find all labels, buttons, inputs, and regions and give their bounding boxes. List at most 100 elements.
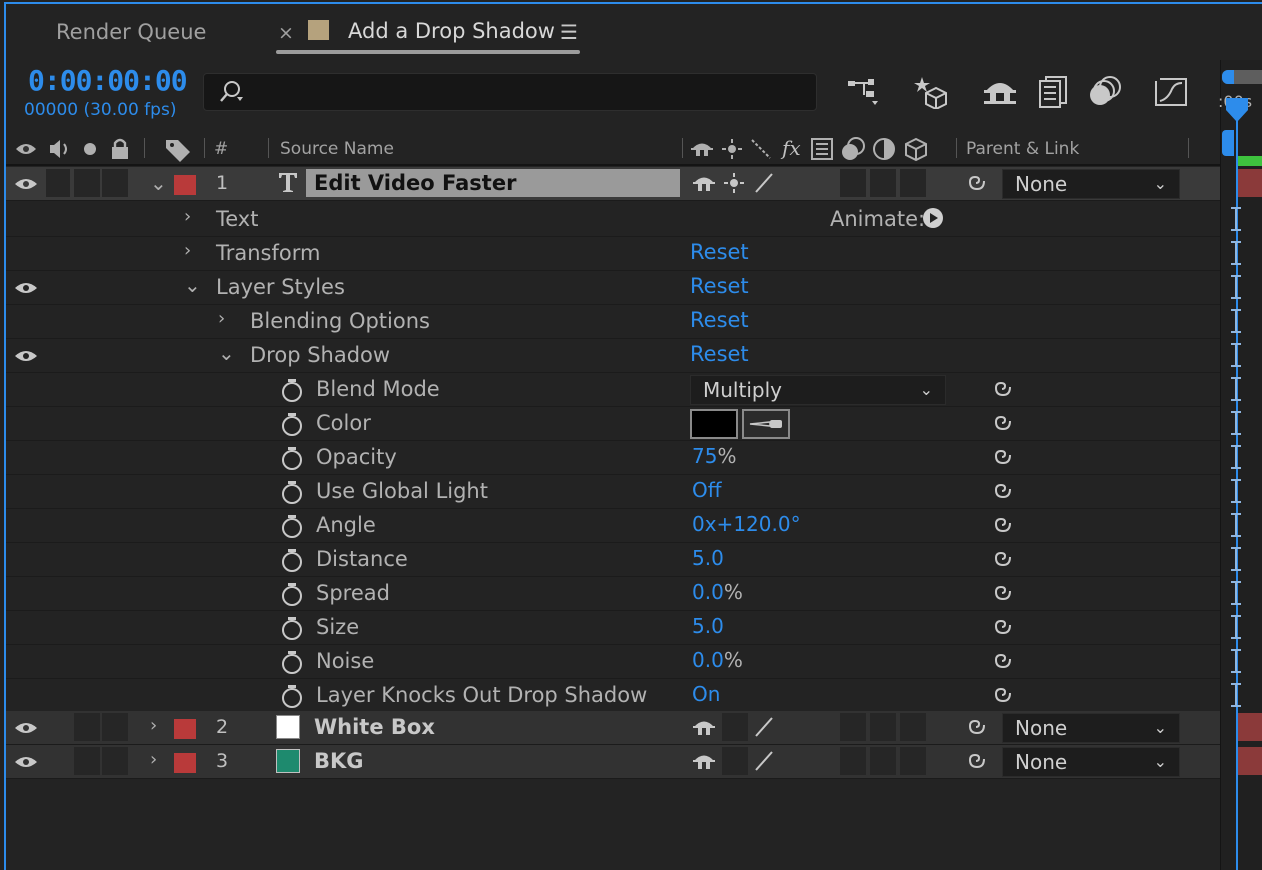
current-time-display[interactable]: 0:00:00:00 [28, 64, 188, 97]
stopwatch-icon[interactable] [280, 615, 304, 641]
pick-whip-icon[interactable] [990, 377, 1014, 401]
layer-row-2[interactable]: › 2 White Box None ⌄ [6, 711, 1220, 745]
motion-blur-switch[interactable] [840, 169, 866, 197]
pick-whip-icon[interactable] [990, 683, 1014, 707]
chevron-right-icon[interactable]: › [150, 715, 157, 736]
stopwatch-icon[interactable] [280, 411, 304, 437]
label-color-swatch[interactable] [174, 175, 196, 195]
shy-switch-icon[interactable] [692, 171, 716, 195]
adjustment-layer-switch[interactable] [870, 713, 896, 741]
property-row-angle[interactable]: Angle 0x+120.0° [6, 509, 1220, 543]
parent-dropdown[interactable]: None ⌄ [1002, 169, 1180, 199]
lock-switch[interactable] [102, 169, 128, 197]
tab-render-queue[interactable]: Render Queue [56, 20, 206, 44]
stopwatch-icon[interactable] [280, 377, 304, 403]
layer-name[interactable]: BKG [306, 747, 680, 775]
pick-whip-icon[interactable] [990, 615, 1014, 639]
quality-switch-icon[interactable] [752, 715, 776, 739]
3d-layer-switch[interactable] [900, 747, 926, 775]
layer-knocks-out-value[interactable]: On [692, 682, 720, 706]
pick-whip-icon[interactable] [990, 547, 1014, 571]
quality-switch-icon[interactable] [752, 171, 776, 195]
collapse-switch[interactable] [722, 713, 748, 741]
stopwatch-icon[interactable] [280, 445, 304, 471]
frame-blending-icon[interactable] [1036, 73, 1074, 109]
adjustment-layer-switch[interactable] [870, 747, 896, 775]
property-group-transform[interactable]: › Transform Reset [6, 237, 1220, 271]
property-group-text[interactable]: › Text Animate: [6, 203, 1220, 237]
blend-mode-dropdown[interactable]: Multiply ⌄ [690, 375, 946, 405]
chevron-right-icon[interactable]: › [218, 308, 225, 329]
layer-styles-eye-icon[interactable] [14, 280, 38, 296]
stopwatch-icon[interactable] [280, 683, 304, 709]
work-area-start-handle[interactable] [1222, 70, 1234, 84]
3d-layer-switch[interactable] [900, 169, 926, 197]
stopwatch-icon[interactable] [280, 513, 304, 539]
continuous-rasterize-icon[interactable] [722, 171, 746, 195]
property-row-layer-knocks-out[interactable]: Layer Knocks Out Drop Shadow On [6, 679, 1220, 713]
motion-blur-switch[interactable] [840, 713, 866, 741]
3d-layer-switch[interactable] [900, 713, 926, 741]
distance-value[interactable]: 5.0 [692, 546, 724, 570]
graph-editor-icon[interactable] [1152, 73, 1190, 109]
tab-add-a-drop-shadow[interactable]: Add a Drop Shadow [348, 19, 555, 43]
parent-dropdown[interactable]: None ⌄ [1002, 713, 1180, 743]
pick-whip-icon[interactable] [964, 715, 988, 739]
pick-whip-icon[interactable] [964, 171, 988, 195]
chevron-down-icon[interactable]: ⌄ [218, 341, 235, 365]
timeline-nav-handle[interactable] [1222, 130, 1234, 156]
chevron-down-icon[interactable]: ⌄ [150, 171, 167, 195]
audio-switch[interactable] [46, 169, 70, 197]
chevron-right-icon[interactable]: › [184, 206, 191, 227]
animate-play-icon[interactable] [922, 207, 944, 229]
solo-switch[interactable] [74, 747, 100, 775]
property-row-spread[interactable]: Spread 0.0% [6, 577, 1220, 611]
drop-shadow-eye-icon[interactable] [14, 348, 38, 364]
adjustment-layer-switch[interactable] [870, 169, 896, 197]
video-eye-icon[interactable] [14, 720, 38, 736]
property-row-opacity[interactable]: Opacity 75% [6, 441, 1220, 475]
spread-value[interactable]: 0.0% [692, 580, 743, 604]
shy-switch-icon[interactable] [692, 749, 716, 773]
layer-2-duration-bar[interactable] [1238, 713, 1262, 741]
composition-mini-flowchart-icon[interactable] [842, 73, 880, 109]
property-row-size[interactable]: Size 5.0 [6, 611, 1220, 645]
pick-whip-icon[interactable] [990, 649, 1014, 673]
stopwatch-icon[interactable] [280, 581, 304, 607]
property-group-layer-styles[interactable]: ⌄ Layer Styles Reset [6, 271, 1220, 305]
pick-whip-icon[interactable] [990, 479, 1014, 503]
shy-layers-icon[interactable] [982, 73, 1020, 109]
size-value[interactable]: 5.0 [692, 614, 724, 638]
shy-switch-icon[interactable] [692, 715, 716, 739]
property-row-noise[interactable]: Noise 0.0% [6, 645, 1220, 679]
color-swatch[interactable] [690, 409, 738, 439]
opacity-value[interactable]: 75% [692, 444, 736, 468]
chevron-right-icon[interactable]: › [150, 749, 157, 770]
property-group-drop-shadow[interactable]: ⌄ Drop Shadow Reset [6, 339, 1220, 373]
header-parent-link[interactable]: Parent & Link [966, 139, 1079, 159]
pick-whip-icon[interactable] [990, 445, 1014, 469]
draft-3d-icon[interactable] [912, 73, 950, 109]
pick-whip-icon[interactable] [964, 749, 988, 773]
property-row-color[interactable]: Color [6, 407, 1220, 441]
use-global-light-value[interactable]: Off [692, 478, 722, 502]
solo-switch[interactable] [74, 713, 100, 741]
chevron-down-icon[interactable]: ⌄ [184, 273, 201, 297]
layer-3-duration-bar[interactable] [1238, 747, 1262, 775]
layer-row-1[interactable]: ⌄ 1 Edit Video Faster None ⌄ [6, 167, 1220, 201]
lock-switch[interactable] [102, 713, 128, 741]
collapse-switch[interactable] [722, 747, 748, 775]
motion-blur-icon[interactable] [1086, 73, 1124, 109]
blending-options-reset-link[interactable]: Reset [690, 308, 749, 332]
layer-1-duration-bar[interactable] [1238, 169, 1262, 197]
stopwatch-icon[interactable] [280, 649, 304, 675]
quality-switch-icon[interactable] [752, 749, 776, 773]
property-row-use-global-light[interactable]: Use Global Light Off [6, 475, 1220, 509]
layer-name[interactable]: Edit Video Faster [306, 169, 680, 197]
stopwatch-icon[interactable] [280, 479, 304, 505]
video-eye-icon[interactable] [14, 754, 38, 770]
property-row-blend-mode[interactable]: Blend Mode Multiply ⌄ [6, 373, 1220, 407]
property-row-distance[interactable]: Distance 5.0 [6, 543, 1220, 577]
noise-value[interactable]: 0.0% [692, 648, 743, 672]
pick-whip-icon[interactable] [990, 411, 1014, 435]
